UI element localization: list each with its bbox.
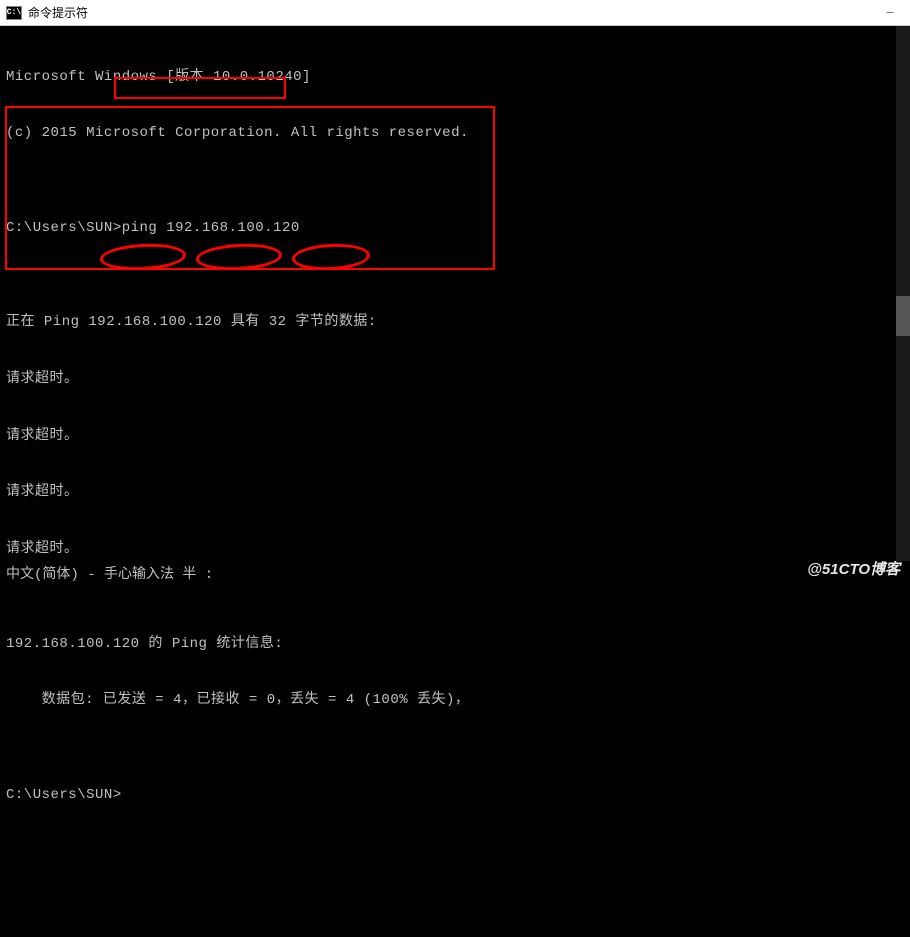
window-controls: ─ (870, 0, 910, 26)
os-version-line: Microsoft Windows [版本 10.0.10240] (6, 68, 904, 87)
timeout-line: 请求超时。 (6, 370, 904, 389)
prompt-path: C:\Users\SUN> (6, 220, 122, 236)
prompt-line-1: C:\Users\SUN>ping 192.168.100.120 (6, 219, 904, 238)
timeout-line: 请求超时。 (6, 540, 904, 559)
terminal-area[interactable]: Microsoft Windows [版本 10.0.10240] (c) 20… (0, 26, 910, 561)
stats-packets-line: 数据包: 已发送 = 4，已接收 = 0，丢失 = 4 (100% 丢失)， (6, 691, 904, 710)
copyright-line: (c) 2015 Microsoft Corporation. All righ… (6, 124, 904, 143)
ping-command: ping 192.168.100.120 (122, 220, 300, 236)
ime-text: 中文(简体) - 手心输入法 半 : (6, 567, 213, 583)
timeout-line: 请求超时。 (6, 427, 904, 446)
annotation-sent-circle (99, 242, 186, 272)
watermark-text: @51CTO博客 (807, 558, 900, 579)
window-titlebar: C:\ 命令提示符 ─ (0, 0, 910, 26)
prompt-line-2: C:\Users\SUN> (6, 786, 904, 805)
annotation-received-circle (195, 242, 282, 272)
scrollbar-track[interactable] (896, 26, 910, 561)
ime-status-bar: 中文(简体) - 手心输入法 半 : (0, 561, 910, 583)
timeout-line: 请求超时。 (6, 483, 904, 502)
annotation-lost-circle (291, 242, 370, 272)
stats-header-line: 192.168.100.120 的 Ping 统计信息: (6, 635, 904, 654)
scrollbar-thumb[interactable] (896, 296, 910, 336)
cmd-icon: C:\ (6, 6, 22, 20)
minimize-button[interactable]: ─ (870, 0, 910, 26)
window-title: 命令提示符 (28, 4, 88, 21)
cmd-icon-text: C:\ (7, 8, 21, 17)
ping-header-line: 正在 Ping 192.168.100.120 具有 32 字节的数据: (6, 313, 904, 332)
